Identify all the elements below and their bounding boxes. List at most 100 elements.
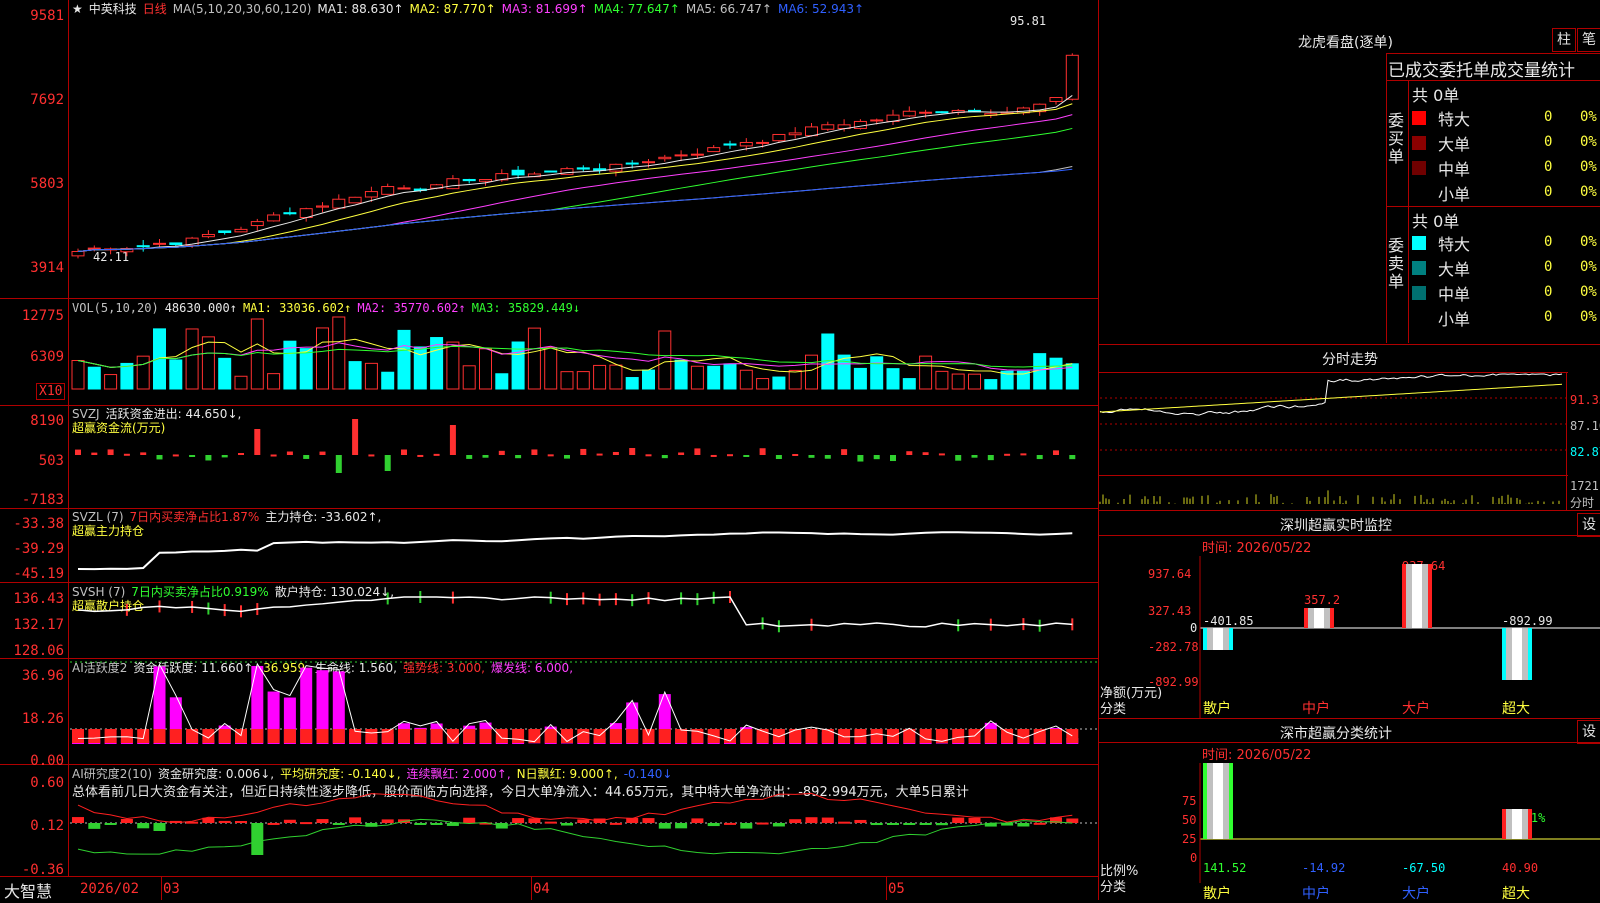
order-percent: 0% xyxy=(1580,234,1597,250)
flow-bar xyxy=(988,455,994,460)
color-swatch xyxy=(1412,286,1426,300)
bar-highlight xyxy=(1314,608,1324,628)
ai-base-bar xyxy=(300,729,312,743)
volume-bar xyxy=(333,317,345,389)
bar-highlight xyxy=(1213,628,1223,650)
svsh-axis-3: 128.06 xyxy=(0,643,64,659)
candle-body xyxy=(251,222,263,226)
ai-bar xyxy=(561,743,573,744)
air-bar xyxy=(952,818,964,823)
bar-mode-button[interactable]: 柱 xyxy=(1552,28,1576,52)
order-size-label: 中单 xyxy=(1438,156,1470,180)
bar-highlight xyxy=(1512,809,1522,839)
sz-cat-chaoda: 超大 xyxy=(1502,698,1530,718)
candle-body xyxy=(691,154,703,155)
ai-base-bar xyxy=(317,729,329,743)
candle-body xyxy=(724,144,736,145)
air-bar xyxy=(333,823,345,825)
air-bar xyxy=(154,823,166,831)
candlestick-chart[interactable] xyxy=(70,0,1098,298)
candle-body xyxy=(88,248,100,249)
ss-ratio-chart[interactable] xyxy=(1100,743,1600,900)
candle-body xyxy=(740,142,752,145)
retail-holding-chart[interactable] xyxy=(70,583,1098,658)
flow-bar xyxy=(287,452,293,455)
main-holding-chart[interactable] xyxy=(70,509,1098,582)
fund-flow-chart[interactable] xyxy=(70,406,1098,508)
volume-bar xyxy=(789,370,801,389)
volume-bar xyxy=(170,360,182,389)
candle-body xyxy=(871,120,883,121)
air-axis-2: 0.12 xyxy=(0,818,64,834)
sz-settings-button[interactable]: 设 xyxy=(1577,513,1600,537)
volume-bar xyxy=(137,356,149,389)
candle-body xyxy=(284,213,296,214)
bar-edge xyxy=(1502,628,1506,680)
air-red-line xyxy=(78,793,1072,822)
air-bar xyxy=(317,819,329,823)
volume-chart[interactable] xyxy=(70,299,1098,405)
candle-body xyxy=(72,251,84,255)
air-bar xyxy=(887,823,899,825)
air-bar xyxy=(137,823,149,828)
svzj-axis-2: 503 xyxy=(0,453,64,469)
air-bar xyxy=(1034,823,1046,825)
candle-body xyxy=(854,121,866,128)
candle-body xyxy=(577,168,589,169)
flow-bar xyxy=(434,454,440,456)
buy-total: 共 0单 xyxy=(1412,82,1459,106)
volume-bar xyxy=(708,366,720,389)
flow-bar xyxy=(646,454,652,456)
ai-base-bar xyxy=(284,729,296,743)
candle-body xyxy=(398,188,410,189)
ss-cat-chaoda: 超大 xyxy=(1502,883,1530,903)
ss-cat-zhonghu: 中户 xyxy=(1302,883,1330,903)
flow-bar xyxy=(955,455,961,461)
tick-mode-button[interactable]: 笔 xyxy=(1577,28,1600,52)
bar-edge xyxy=(1428,564,1432,628)
ai-base-bar xyxy=(219,729,231,743)
flow-bar xyxy=(613,452,619,455)
candle-body xyxy=(463,179,475,180)
ai-activity-chart[interactable] xyxy=(70,659,1098,764)
candle-body xyxy=(202,234,214,236)
flow-bar xyxy=(874,455,880,459)
ss-settings-button[interactable]: 设 xyxy=(1577,720,1600,744)
flow-bar xyxy=(417,455,423,457)
order-count: 0 xyxy=(1544,159,1552,175)
flow-bar xyxy=(336,455,342,473)
ai-bar xyxy=(724,743,736,744)
flow-bar xyxy=(499,451,505,455)
ai-base-bar xyxy=(72,729,84,743)
volume-bar xyxy=(251,319,263,389)
volume-bar xyxy=(480,349,492,389)
volume-bar xyxy=(985,380,997,389)
ai-base-bar xyxy=(88,729,100,743)
ai-axis-3: 0.00 xyxy=(0,753,64,769)
fs-axis-2: 87.10 xyxy=(1570,419,1600,433)
air-bar xyxy=(561,823,573,826)
ai-base-bar xyxy=(463,729,475,743)
candle-body xyxy=(626,163,638,164)
ma5-line xyxy=(78,167,1072,252)
ai-base-bar xyxy=(365,729,377,743)
bar-highlight xyxy=(1213,763,1223,839)
ai-research-chart[interactable] xyxy=(70,765,1098,876)
order-size-label: 小单 xyxy=(1438,306,1470,330)
volume-bar xyxy=(463,366,475,389)
intraday-chart[interactable] xyxy=(1100,372,1566,510)
sz-net-chart[interactable] xyxy=(1100,536,1600,718)
flow-bar xyxy=(1053,450,1059,455)
flow-bar xyxy=(108,449,114,455)
flow-bar xyxy=(825,455,831,459)
order-percent: 0% xyxy=(1580,259,1597,275)
bar-edge xyxy=(1330,608,1334,628)
air-bar xyxy=(936,823,948,825)
color-swatch xyxy=(1412,111,1426,125)
bar-edge xyxy=(1229,763,1233,839)
ai-base-bar xyxy=(333,729,345,743)
sz-bar-dahu xyxy=(1402,564,1432,628)
price-axis-2: 7692 xyxy=(0,92,64,108)
volume-bar xyxy=(675,360,687,389)
flow-bar xyxy=(385,455,391,471)
